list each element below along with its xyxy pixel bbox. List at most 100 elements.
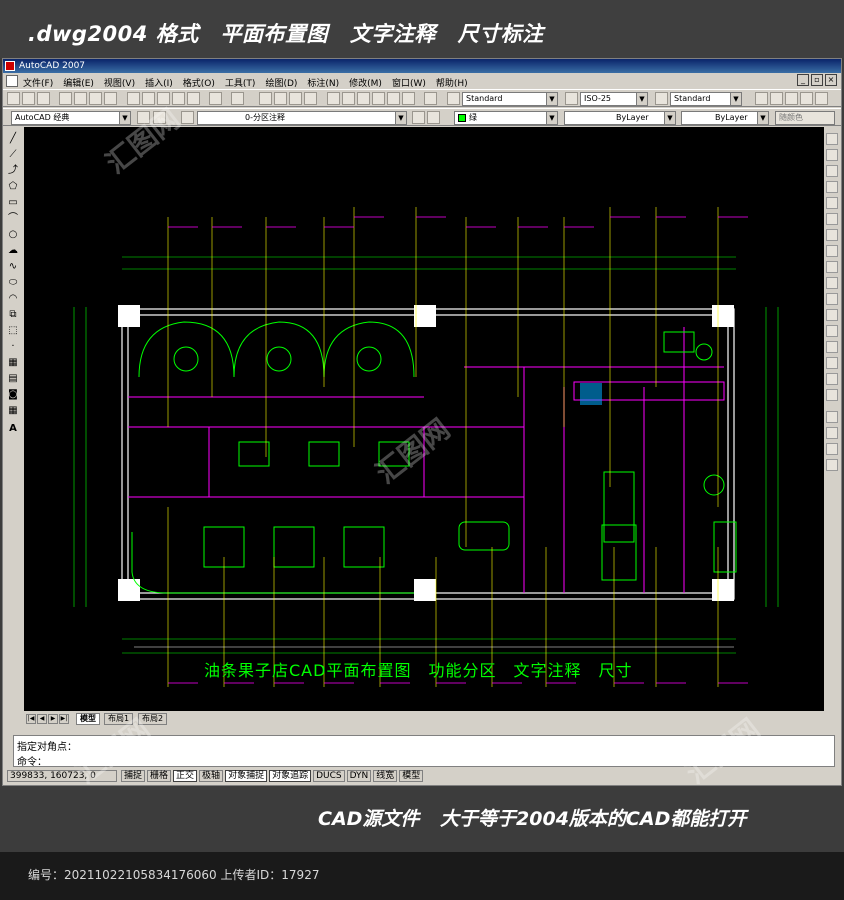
dim-style-select[interactable]: ISO-25 ▼: [580, 92, 648, 106]
hatch-icon[interactable]: ▦: [7, 357, 19, 369]
layer-previous-icon[interactable]: [427, 111, 440, 124]
3d-dwf-icon[interactable]: [104, 92, 117, 105]
aligned-dim-icon[interactable]: [770, 92, 783, 105]
ducs-toggle[interactable]: DUCS: [313, 770, 345, 782]
menu-file[interactable]: 文件(F): [23, 76, 53, 89]
menu-modify[interactable]: 修改(M): [349, 76, 382, 89]
workspace-settings-icon[interactable]: [137, 111, 150, 124]
rectangle-icon[interactable]: ▭: [7, 197, 19, 209]
polyline-icon[interactable]: ⤴: [7, 165, 19, 177]
save-icon[interactable]: [37, 92, 50, 105]
layer-select[interactable]: 0-分区注释 ▼: [197, 111, 407, 125]
drawing-canvas[interactable]: 油条果子店CAD平面布置图 功能分区 文字注释 尺寸: [24, 127, 824, 711]
make-current-layer-icon[interactable]: [412, 111, 425, 124]
publish-icon[interactable]: [89, 92, 102, 105]
cut-icon[interactable]: [127, 92, 140, 105]
polar-toggle[interactable]: 极轴: [199, 770, 224, 782]
prev-tab-icon[interactable]: ◀: [37, 714, 47, 724]
save-workspace-icon[interactable]: [153, 111, 166, 124]
restore-icon[interactable]: ▫: [811, 74, 823, 86]
markup-icon[interactable]: [387, 92, 400, 105]
move-icon[interactable]: [826, 213, 838, 225]
spline-icon[interactable]: ∿: [7, 261, 19, 273]
color-select[interactable]: 绿 ▼: [454, 111, 558, 125]
line-icon[interactable]: ╱: [7, 133, 19, 145]
draworder-below-icon[interactable]: [826, 459, 838, 471]
menu-dimension[interactable]: 标注(N): [307, 76, 339, 89]
copy-icon[interactable]: [142, 92, 155, 105]
menu-help[interactable]: 帮助(H): [436, 76, 468, 89]
last-tab-icon[interactable]: ▶|: [59, 714, 69, 724]
match-properties-icon[interactable]: [172, 92, 185, 105]
zoom-previous-icon[interactable]: [304, 92, 317, 105]
table-style-select[interactable]: Standard ▼: [670, 92, 742, 106]
break-icon[interactable]: [826, 325, 838, 337]
table-icon[interactable]: ▦: [7, 405, 19, 417]
dim-style-icon[interactable]: [565, 92, 578, 105]
tab-layout1[interactable]: 布局1: [104, 713, 134, 725]
layer-manager-icon[interactable]: [181, 111, 194, 124]
print-icon[interactable]: [59, 92, 72, 105]
workspace-select[interactable]: AutoCAD 经典 ▼: [11, 111, 131, 125]
extend-icon[interactable]: [826, 293, 838, 305]
linear-dim-icon[interactable]: [755, 92, 768, 105]
sheet-set-icon[interactable]: [372, 92, 385, 105]
paste-icon[interactable]: [157, 92, 170, 105]
region-icon[interactable]: ◙: [7, 389, 19, 401]
draworder-back-icon[interactable]: [826, 427, 838, 439]
print-preview-icon[interactable]: [74, 92, 87, 105]
chamfer-icon[interactable]: [826, 357, 838, 369]
draworder-front-icon[interactable]: [826, 411, 838, 423]
tool-palettes-icon[interactable]: [357, 92, 370, 105]
array-icon[interactable]: [826, 197, 838, 209]
grid-toggle[interactable]: 栅格: [147, 770, 172, 782]
design-center-icon[interactable]: [342, 92, 355, 105]
arc-dim-icon[interactable]: [785, 92, 798, 105]
snap-toggle[interactable]: 捕捉: [121, 770, 146, 782]
calculator-icon[interactable]: [402, 92, 415, 105]
radius-dim-icon[interactable]: [815, 92, 828, 105]
arc-icon[interactable]: ⌒: [7, 213, 19, 225]
table-style-icon[interactable]: [655, 92, 668, 105]
explode-icon[interactable]: [826, 389, 838, 401]
undo-icon[interactable]: [209, 92, 222, 105]
menu-format[interactable]: 格式(O): [183, 76, 215, 89]
make-block-icon[interactable]: ⬚: [7, 325, 19, 337]
lineweight-select[interactable]: ByLayer ▼: [681, 111, 769, 125]
scale-icon[interactable]: [826, 245, 838, 257]
point-icon[interactable]: ·: [7, 341, 19, 353]
text-style-select[interactable]: Standard ▼: [462, 92, 558, 106]
menu-window[interactable]: 窗口(W): [392, 76, 426, 89]
circle-icon[interactable]: ○: [7, 229, 19, 241]
construction-line-icon[interactable]: ⟋: [7, 149, 19, 161]
block-editor-icon[interactable]: [187, 92, 200, 105]
mtext-icon[interactable]: A: [7, 423, 19, 435]
menu-edit[interactable]: 编辑(E): [63, 76, 94, 89]
tab-layout2[interactable]: 布局2: [138, 713, 168, 725]
close-icon[interactable]: ×: [825, 74, 837, 86]
fillet-icon[interactable]: [826, 373, 838, 385]
ortho-toggle[interactable]: 正交: [173, 770, 198, 782]
properties-icon[interactable]: [327, 92, 340, 105]
ellipse-icon[interactable]: ⬭: [7, 277, 19, 289]
menu-tools[interactable]: 工具(T): [225, 76, 256, 89]
document-icon[interactable]: [6, 75, 18, 87]
dyn-toggle[interactable]: DYN: [346, 770, 372, 782]
pan-icon[interactable]: [259, 92, 272, 105]
lineweight-toggle[interactable]: 线宽: [373, 770, 398, 782]
plotstyle-select[interactable]: 随颜色: [775, 111, 835, 125]
break-at-point-icon[interactable]: [826, 309, 838, 321]
otrack-toggle[interactable]: 对象追踪: [269, 770, 312, 782]
menu-insert[interactable]: 插入(I): [145, 76, 173, 89]
redo-icon[interactable]: [231, 92, 244, 105]
osnap-toggle[interactable]: 对象捕捉: [225, 770, 268, 782]
menu-view[interactable]: 视图(V): [104, 76, 135, 89]
command-prompt[interactable]: 命令：: [17, 753, 47, 768]
open-file-icon[interactable]: [22, 92, 35, 105]
draworder-above-icon[interactable]: [826, 443, 838, 455]
new-file-icon[interactable]: [7, 92, 20, 105]
ordinate-dim-icon[interactable]: [800, 92, 813, 105]
trim-icon[interactable]: [826, 277, 838, 289]
text-style-icon[interactable]: [447, 92, 460, 105]
minimize-icon[interactable]: _: [797, 74, 809, 86]
